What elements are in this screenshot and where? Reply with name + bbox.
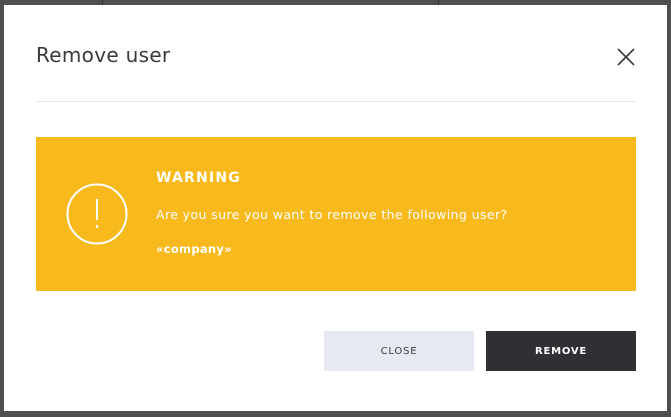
exclamation-circle-icon (65, 182, 129, 246)
header-divider (36, 101, 636, 102)
close-icon[interactable] (616, 47, 636, 67)
dialog-title: Remove user (36, 43, 171, 67)
close-button[interactable]: CLOSE (324, 331, 474, 371)
warning-panel: WARNING Are you sure you want to remove … (36, 137, 636, 291)
remove-button[interactable]: REMOVE (486, 331, 636, 371)
user-name: «company» (156, 242, 232, 256)
warning-heading: WARNING (156, 170, 241, 186)
remove-user-dialog: Remove user WARNING Are you sure you wan… (4, 5, 667, 411)
warning-message: Are you sure you want to remove the foll… (156, 207, 508, 222)
